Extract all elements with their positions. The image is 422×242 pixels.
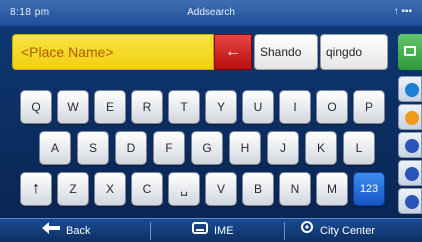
key-g[interactable]: G: [191, 131, 223, 165]
home-icon[interactable]: [398, 104, 422, 130]
key-a[interactable]: A: [39, 131, 71, 165]
key-f[interactable]: F: [153, 131, 185, 165]
key-s[interactable]: S: [77, 131, 109, 165]
key-b[interactable]: B: [242, 172, 274, 206]
key-v[interactable]: V: [205, 172, 237, 206]
ime-label: IME: [214, 225, 234, 237]
screen-title: Addsearch: [187, 7, 235, 18]
divider: [150, 222, 151, 240]
signal-icon: ↑ ▪▪▪: [393, 6, 412, 17]
back-button[interactable]: Back: [42, 219, 142, 242]
key-y[interactable]: Y: [205, 90, 237, 124]
key-t[interactable]: T: [168, 90, 200, 124]
key-n[interactable]: N: [279, 172, 311, 206]
key-w[interactable]: W: [57, 90, 89, 124]
target-icon: [300, 219, 314, 242]
key-k[interactable]: K: [305, 131, 337, 165]
side-panel: [398, 34, 422, 216]
map-icon[interactable]: [398, 34, 422, 70]
space-key[interactable]: ␣: [168, 172, 200, 206]
back-label: Back: [66, 225, 91, 237]
clear-button[interactable]: ←: [214, 34, 252, 70]
search-screen: 8:18 pm Addsearch ↑ ▪▪▪ <Place Name> ← S…: [0, 0, 422, 242]
back-arrow-icon: [42, 219, 60, 242]
key-l[interactable]: L: [343, 131, 375, 165]
on-screen-keyboard: Q W E R T Y U I O P A S D F G H J K L ↑ Z X C ␣ V B N M 123: [0, 80, 398, 216]
key-i[interactable]: I: [279, 90, 311, 124]
suggestion-qingdao[interactable]: qingdo: [320, 34, 388, 70]
key-z[interactable]: Z: [57, 172, 89, 206]
key-c[interactable]: C: [131, 172, 163, 206]
key-q[interactable]: Q: [20, 90, 52, 124]
key-u[interactable]: U: [242, 90, 274, 124]
key-r[interactable]: R: [131, 90, 163, 124]
key-p[interactable]: P: [353, 90, 385, 124]
globe-icon[interactable]: [398, 76, 422, 102]
city-center-button[interactable]: City Center: [300, 219, 418, 242]
key-o[interactable]: O: [316, 90, 348, 124]
city-center-label: City Center: [320, 225, 376, 237]
shift-key[interactable]: ↑: [20, 172, 52, 206]
divider: [284, 222, 285, 240]
search-input-row: <Place Name> ← Shando qingdo: [12, 34, 388, 70]
status-bar: 8:18 pm Addsearch ↑ ▪▪▪: [0, 0, 422, 26]
suggestion-shandong[interactable]: Shando: [254, 34, 318, 70]
key-d[interactable]: D: [115, 131, 147, 165]
key-x[interactable]: X: [94, 172, 126, 206]
key-m[interactable]: M: [316, 172, 348, 206]
key-h[interactable]: H: [229, 131, 261, 165]
help-icon[interactable]: [398, 188, 422, 214]
key-e[interactable]: E: [94, 90, 126, 124]
place-name-input[interactable]: <Place Name>: [12, 34, 214, 70]
bottom-bar: Back IME City Center: [0, 218, 422, 242]
key-j[interactable]: J: [267, 131, 299, 165]
poi-icon[interactable]: [398, 160, 422, 186]
numbers-mode-key[interactable]: 123: [353, 172, 385, 206]
pin-icon[interactable]: [398, 132, 422, 158]
keyboard-icon: [192, 219, 208, 242]
ime-button[interactable]: IME: [192, 219, 272, 242]
